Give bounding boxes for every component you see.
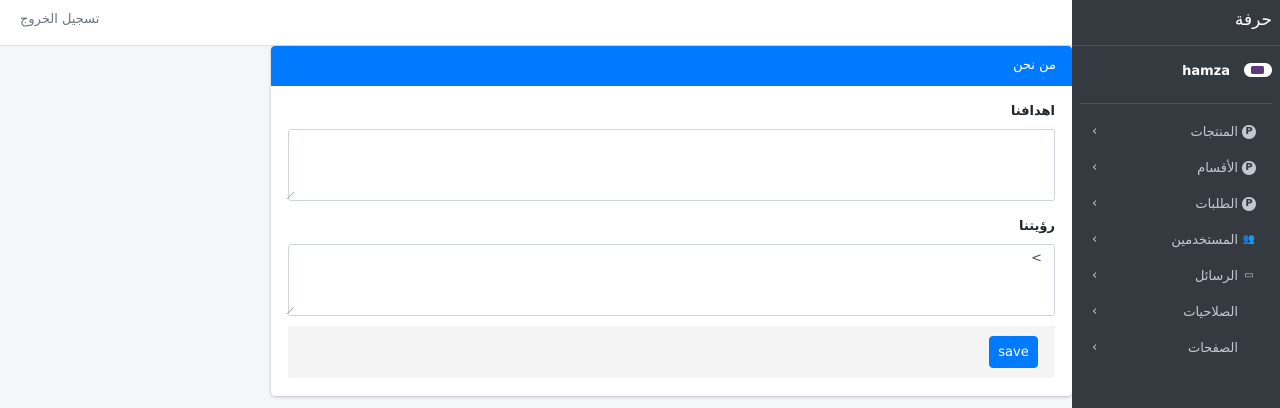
sidebar-item-label: الصفحات [1187, 340, 1238, 356]
chevron-left-icon: › [1092, 232, 1098, 247]
resize-handle-icon[interactable] [286, 307, 301, 314]
sidebar-item-label: الطلبات [1195, 196, 1238, 212]
sidebar: حرفة hamza P المنتجات › P الأقسام › P ال… [1072, 0, 1280, 408]
save-button[interactable]: save [989, 336, 1038, 368]
goals-textarea[interactable] [286, 129, 1055, 201]
card-title: من نحن [271, 46, 1072, 86]
chevron-left-icon: › [1092, 304, 1098, 319]
sidebar-item-users[interactable]: 👥 المستخدمين › [1080, 222, 1272, 258]
sidebar-item-label: الصلاحيات [1183, 304, 1238, 320]
chevron-left-icon: › [1092, 340, 1098, 355]
sidebar-item-orders[interactable]: P الطلبات › [1080, 186, 1272, 222]
resize-handle-icon[interactable] [286, 192, 301, 199]
sidebar-item-label: المستخدمين [1171, 232, 1238, 248]
avatar[interactable] [1244, 63, 1272, 77]
p-circle-icon: P [1242, 125, 1256, 139]
vision-textarea[interactable]: > [286, 244, 1055, 316]
brand-title[interactable]: حرفة [1072, 0, 1280, 46]
sidebar-item-label: الأقسام [1197, 160, 1238, 176]
top-navbar: تسجيل الخروج [0, 0, 1072, 46]
chevron-left-icon: › [1092, 160, 1098, 175]
sidebar-item-permissions[interactable]: الصلاحيات › [1080, 294, 1272, 330]
username[interactable]: hamza [1182, 64, 1230, 79]
sidebar-item-pages[interactable]: الصفحات › [1080, 330, 1272, 366]
sidebar-item-products[interactable]: P المنتجات › [1080, 114, 1272, 150]
users-icon: 👥 [1242, 234, 1256, 245]
vision-label: رؤيتنا [1019, 219, 1055, 234]
card-footer: save [288, 326, 1055, 378]
blank-icon [1242, 341, 1256, 355]
sidebar-item-messages[interactable]: ▭ الرسائل › [1080, 258, 1272, 294]
p-circle-icon: P [1242, 161, 1256, 175]
sidebar-item-label: الرسائل [1194, 268, 1238, 284]
sidebar-menu: P المنتجات › P الأقسام › P الطلبات › 👥 ا… [1072, 114, 1280, 366]
p-circle-icon: P [1242, 197, 1256, 211]
user-panel: hamza [1080, 46, 1272, 104]
vision-value: > [1031, 251, 1042, 266]
chevron-left-icon: › [1092, 268, 1098, 283]
logout-link[interactable]: تسجيل الخروج [20, 12, 99, 27]
chevron-left-icon: › [1092, 124, 1098, 139]
sidebar-item-label: المنتجات [1190, 124, 1238, 140]
chevron-left-icon: › [1092, 196, 1098, 211]
card-body: اهدافنا رؤيتنا > [271, 104, 1072, 316]
blank-icon [1242, 305, 1256, 319]
inbox-icon: ▭ [1244, 270, 1254, 281]
about-us-card: من نحن اهدافنا رؤيتنا > save [271, 46, 1072, 396]
goals-label: اهدافنا [1010, 104, 1055, 119]
sidebar-item-categories[interactable]: P الأقسام › [1080, 150, 1272, 186]
